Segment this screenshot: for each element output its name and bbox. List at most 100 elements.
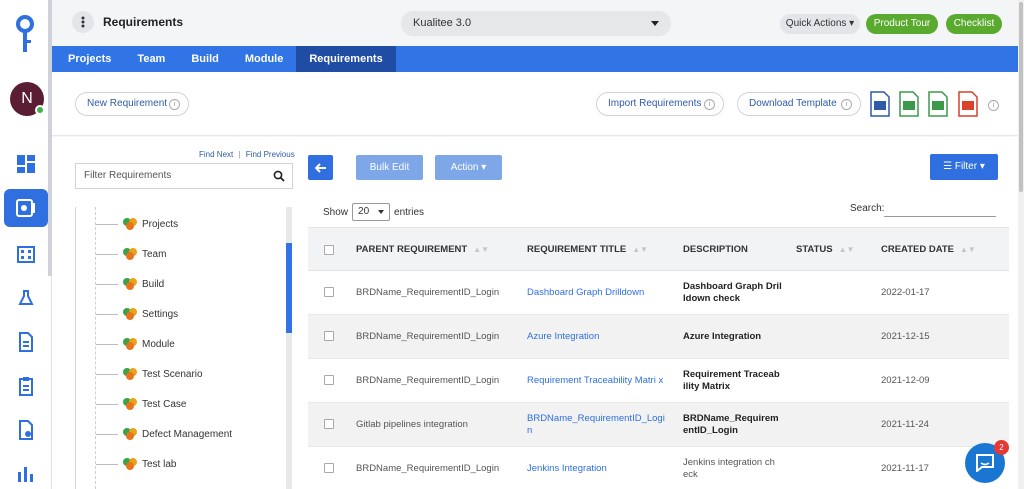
cell-title-link[interactable]: BRDName_RequirementID_Logi n <box>527 403 667 447</box>
select-all-checkbox[interactable] <box>324 245 334 255</box>
table-row[interactable]: Gitlab pipelines integration BRDName_Requ… <box>308 403 1009 447</box>
tree-node[interactable]: Build <box>96 274 164 294</box>
tree-connector <box>96 373 118 375</box>
info-icon[interactable]: i <box>841 99 852 110</box>
collapse-tree-button[interactable] <box>308 155 333 180</box>
find-previous-link[interactable]: Find Previous <box>246 150 295 159</box>
requirements-table: PARENT REQUIREMENT ▲▼ REQUIREMENT TITLE ▲▼… <box>308 227 1009 489</box>
search-icon[interactable] <box>273 170 285 182</box>
row-checkbox[interactable] <box>324 463 334 473</box>
column-header-parent[interactable]: PARENT REQUIREMENT ▲▼ <box>356 228 489 272</box>
pdf-file-icon[interactable] <box>956 91 980 117</box>
reports-chart-icon[interactable] <box>12 460 40 488</box>
column-header-description[interactable]: DESCRIPTION <box>683 228 748 272</box>
column-header-title[interactable]: REQUIREMENT TITLE ▲▼ <box>527 228 648 272</box>
xml-file-icon[interactable] <box>926 91 950 117</box>
tab-requirements[interactable]: Requirements <box>296 46 396 72</box>
cell-title-link[interactable]: Jenkins Integration <box>527 447 667 489</box>
table-search-input[interactable] <box>884 201 996 217</box>
requirement-node-icon <box>123 338 137 350</box>
info-icon[interactable]: i <box>704 99 715 110</box>
cell-status <box>796 359 866 403</box>
tab-team[interactable]: Team <box>124 46 178 72</box>
tree-scrollbar-thumb[interactable] <box>286 243 292 333</box>
xls-file-icon[interactable] <box>868 91 892 117</box>
checklist-button[interactable]: Checklist <box>946 14 1002 34</box>
search-label: Search: <box>850 203 885 214</box>
column-header-status[interactable]: STATUS ▲▼ <box>796 228 854 272</box>
module-nav: Projects Team Build Module Requirements <box>52 46 1018 72</box>
requirements-icon[interactable] <box>4 189 48 227</box>
column-status-label: STATUS <box>796 244 833 255</box>
entries-select[interactable]: 20 <box>352 203 391 221</box>
filter-label: Filter <box>954 161 978 172</box>
row-checkbox[interactable] <box>324 287 334 297</box>
tree-node[interactable]: Defect Management <box>96 424 232 444</box>
cell-parent: BRDName_RequirementID_Login <box>356 463 500 474</box>
table-row[interactable]: BRDName_RequirementID_Login Jenkins Integ… <box>308 447 1009 489</box>
action-dropdown-button[interactable]: Action ▾ <box>435 155 502 180</box>
info-icon[interactable]: i <box>988 100 999 111</box>
filter-requirements-input[interactable]: Filter Requirements <box>75 163 293 189</box>
tree-node[interactable]: Test lab <box>96 454 176 474</box>
caret-down-icon <box>651 21 659 26</box>
new-requirement-button[interactable]: New Requirement i <box>75 92 189 116</box>
test-case-document-icon[interactable] <box>12 328 40 356</box>
product-tour-button[interactable]: Product Tour <box>866 14 938 34</box>
tree-node[interactable]: Settings <box>96 304 178 324</box>
cell-status <box>796 403 866 447</box>
defect-report-icon[interactable] <box>12 416 40 444</box>
cell-parent: BRDName_RequirementID_Login <box>356 331 500 342</box>
quick-actions-button[interactable]: Quick Actions ▾ <box>780 14 860 34</box>
bulk-edit-button[interactable]: Bulk Edit <box>356 155 423 180</box>
page-scrollbar[interactable] <box>1018 0 1024 489</box>
row-checkbox[interactable] <box>324 419 334 429</box>
cell-created-date: 2021-11-24 <box>881 419 929 430</box>
table-row[interactable]: BRDName_RequirementID_Login Dashboard Gra… <box>308 271 1009 315</box>
tab-projects[interactable]: Projects <box>52 46 124 72</box>
cell-status <box>796 315 866 359</box>
table-row[interactable]: BRDName_RequirementID_Login Requirement T… <box>308 359 1009 403</box>
app: N Requirements Kualitee 3.0 Quick Action… <box>0 0 1024 489</box>
filter-dropdown-button[interactable]: ☰ Filter ▾ <box>930 154 998 180</box>
user-avatar[interactable]: N <box>10 82 45 116</box>
csv-file-icon[interactable] <box>897 91 921 117</box>
import-requirements-button[interactable]: Import Requirements i <box>596 92 724 116</box>
test-lab-flask-icon[interactable] <box>12 284 40 312</box>
info-icon[interactable]: i <box>169 99 180 110</box>
cell-description: BRDName_Requirem entID_Login <box>683 413 779 436</box>
dashboard-icon[interactable] <box>12 150 40 178</box>
find-next-link[interactable]: Find Next <box>199 150 233 159</box>
project-select-value: Kualitee 3.0 <box>413 17 472 29</box>
cell-title-link[interactable]: Azure Integration <box>527 315 667 359</box>
column-header-created-date[interactable]: CREATED DATE ▲▼ <box>881 228 976 272</box>
requirements-tree: Projects Team Build Settings Module Test Scen… <box>75 207 293 489</box>
tree-scrollbar[interactable] <box>286 207 292 489</box>
new-requirement-label: New Requirement <box>87 98 168 109</box>
tab-build[interactable]: Build <box>178 46 232 72</box>
clipboard-icon[interactable] <box>12 372 40 400</box>
tree-connector <box>96 343 118 345</box>
tree-node[interactable]: Module <box>96 334 175 354</box>
table-row[interactable]: BRDName_RequirementID_Login Azure Integra… <box>308 315 1009 359</box>
tab-module[interactable]: Module <box>232 46 297 72</box>
cell-title-link[interactable]: Requirement Traceability Matri x <box>527 359 667 403</box>
page-scrollbar-thumb[interactable] <box>1019 2 1023 192</box>
tree-node[interactable]: Test Case <box>96 394 186 414</box>
cell-title-link[interactable]: Dashboard Graph Drilldown <box>527 271 667 315</box>
tree-node[interactable]: Team <box>96 244 166 264</box>
kebab-menu-icon[interactable] <box>72 11 94 33</box>
filter-placeholder: Filter Requirements <box>84 170 172 181</box>
tree-node[interactable]: Projects <box>96 214 178 234</box>
chat-icon <box>976 454 994 472</box>
left-rail: N <box>0 0 52 489</box>
row-checkbox[interactable] <box>324 331 334 341</box>
import-requirements-label: Import Requirements <box>608 98 702 109</box>
project-select[interactable]: Kualitee 3.0 <box>401 11 671 36</box>
download-template-button[interactable]: Download Template i <box>737 92 861 116</box>
action-toolbar: New Requirement i Import Requirements i … <box>52 72 1018 136</box>
tree-connector <box>96 223 118 225</box>
build-icon[interactable] <box>12 240 40 268</box>
row-checkbox[interactable] <box>324 375 334 385</box>
tree-node[interactable]: Test Scenario <box>96 364 203 384</box>
